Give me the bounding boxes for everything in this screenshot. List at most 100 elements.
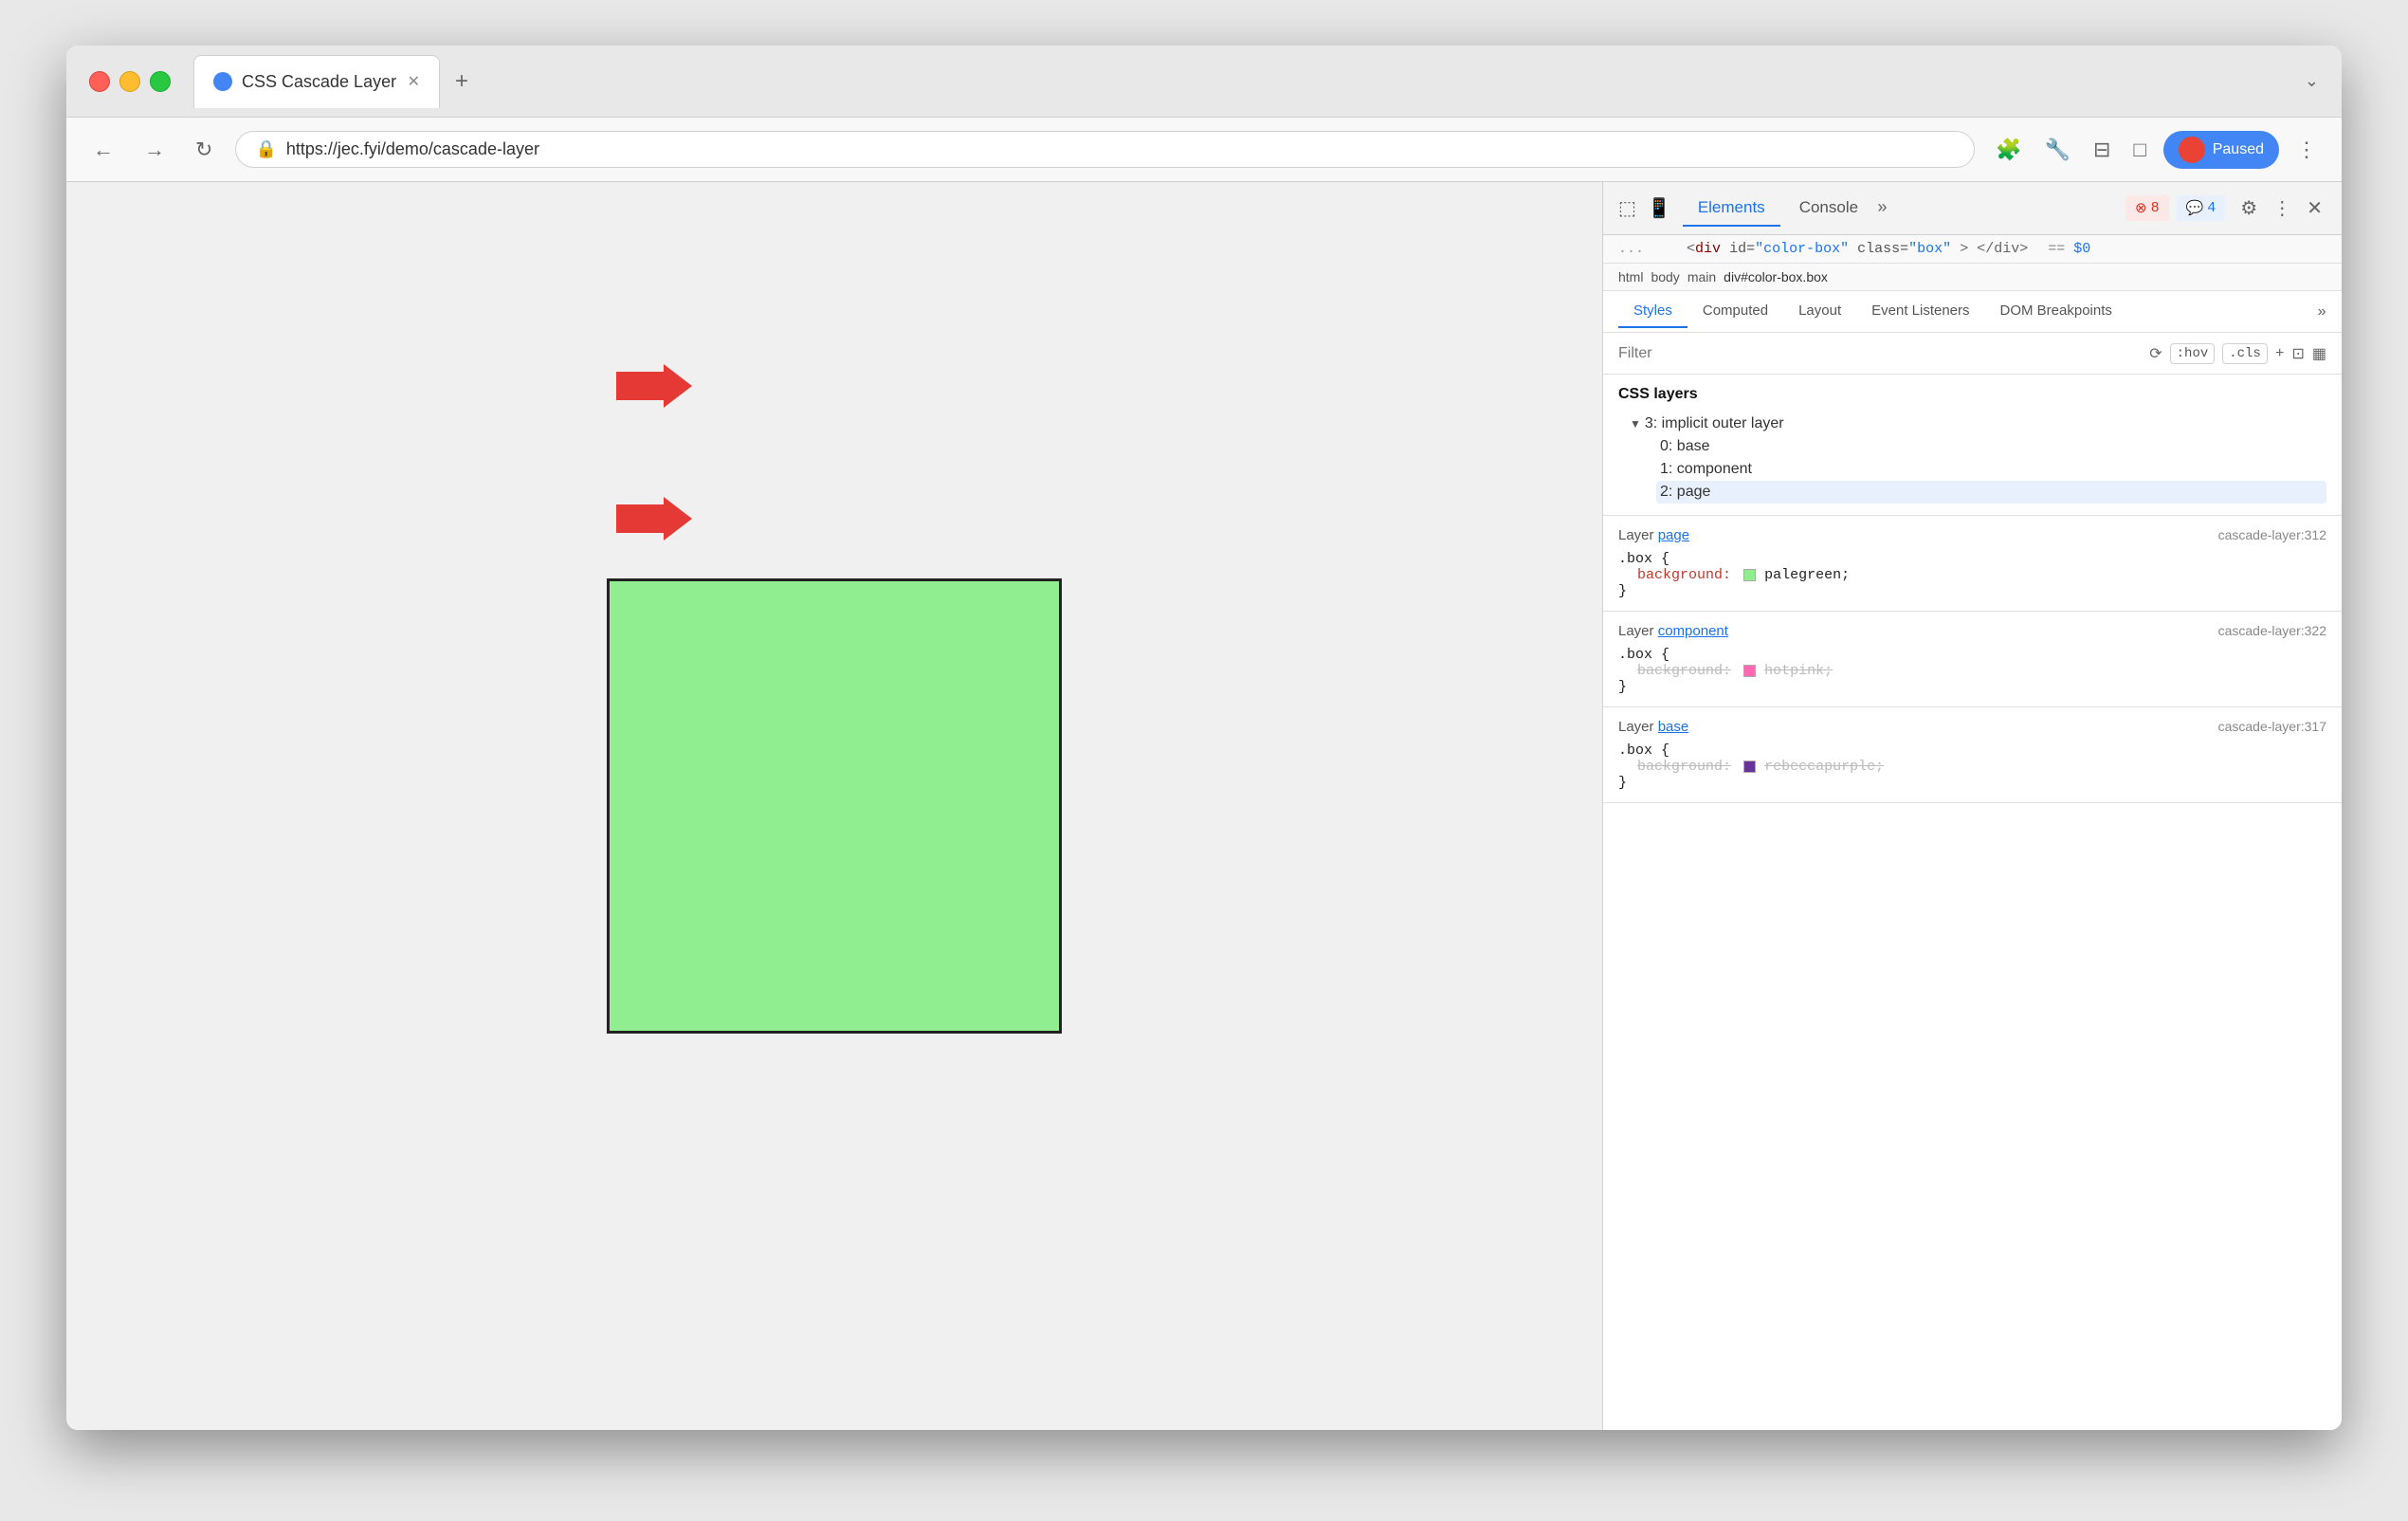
layer-base-section: Layer base cascade-layer:317 .box { back…	[1603, 707, 2342, 803]
triangle-icon: ▼	[1630, 417, 1641, 431]
layer-page-item[interactable]: 2: page	[1656, 481, 2326, 504]
breadcrumb-selector: html body main div#color-box.box	[1603, 264, 2342, 291]
active-tab[interactable]: CSS Cascade Layer ✕	[193, 55, 440, 108]
devtools-header: ⬚ 📱 Elements Console » ⊗ 8	[1603, 182, 2342, 235]
base-property-strikethrough: background:	[1637, 759, 1731, 775]
inspect-icon[interactable]: ⬚	[1618, 196, 1636, 221]
paused-badge[interactable]: Paused	[2163, 131, 2279, 169]
refresh-button[interactable]: ↻	[188, 130, 220, 170]
html-element-display: ... <div id="color-box" class="box" > </…	[1603, 235, 2342, 264]
settings-icon[interactable]: ⚙	[2236, 192, 2261, 225]
tab-overflow-button[interactable]: ⌄	[2305, 71, 2319, 91]
traffic-lights	[89, 71, 171, 92]
tab-favicon	[213, 72, 232, 91]
paused-label: Paused	[2213, 141, 2264, 158]
layer-base-link[interactable]: base	[1658, 719, 1689, 735]
warning-count: 4	[2207, 200, 2216, 216]
tab-event-listeners[interactable]: Event Listeners	[1856, 295, 1984, 328]
device-icon[interactable]: 📱	[1648, 196, 1671, 221]
devtools-actions: ⚙ ⋮ ✕	[2236, 192, 2326, 225]
layer-root[interactable]: ▼ 3: implicit outer layer	[1626, 412, 2326, 435]
layer-component-section: Layer component cascade-layer:322 .box {…	[1603, 612, 2342, 707]
breadcrumb-main[interactable]: main	[1687, 269, 1716, 284]
styles-content: CSS layers ▼ 3: implicit outer layer 0: …	[1603, 375, 2342, 1430]
color-swatch-green	[1743, 569, 1756, 581]
css-layers-title: CSS layers	[1618, 386, 2326, 403]
more-tabs-button[interactable]: »	[1877, 199, 1888, 218]
breadcrumb-html[interactable]: html	[1618, 269, 1643, 284]
profile-icon[interactable]: □	[2127, 132, 2151, 168]
hov-toggle[interactable]: :hov	[2170, 343, 2216, 364]
filter-icons: ⟳ :hov .cls + ⊡ ▦	[2149, 343, 2326, 364]
devtools-tabs: Elements Console »	[1683, 191, 2114, 227]
tab-dom-breakpoints[interactable]: DOM Breakpoints	[1985, 295, 2127, 328]
tab-elements[interactable]: Elements	[1683, 191, 1780, 227]
browser-window: CSS Cascade Layer ✕ + ⌄ ← → ↻ 🔒 https://…	[66, 46, 2342, 1430]
devtools-menu-icon[interactable]: ⋮	[2269, 192, 2295, 225]
layer-base-rule: .box { background: rebeccapurple; }	[1618, 742, 2326, 791]
new-tab-button[interactable]: +	[447, 61, 476, 102]
devtools-icon[interactable]: 🔧	[2039, 132, 2076, 168]
cls-toggle[interactable]: .cls	[2222, 343, 2268, 364]
tab-layout[interactable]: Layout	[1783, 295, 1856, 328]
property-strikethrough: background:	[1637, 663, 1731, 679]
error-count: 8	[2151, 200, 2160, 216]
layer-tree: ▼ 3: implicit outer layer 0: base 1: com…	[1618, 412, 2326, 504]
layer-base-header: Layer base cascade-layer:317	[1618, 719, 2326, 735]
refresh-styles-icon[interactable]: ⟳	[2149, 344, 2162, 363]
tab-bar: CSS Cascade Layer ✕ + ⌄	[193, 55, 2319, 108]
user-avatar	[2179, 137, 2205, 163]
more-styles-tabs[interactable]: »	[2317, 303, 2326, 321]
breadcrumb-body[interactable]: body	[1651, 269, 1679, 284]
layer-page-rule: .box { background: palegreen; }	[1618, 551, 2326, 599]
new-style-rule-icon[interactable]: ⊡	[2291, 344, 2304, 363]
filter-input[interactable]	[1618, 345, 2138, 362]
layer-root-label: 3: implicit outer layer	[1645, 415, 1784, 432]
styles-sub-tabs: Styles Computed Layout Event Listeners D…	[1603, 291, 2342, 333]
layer-component-item[interactable]: 1: component	[1656, 458, 2326, 481]
toggle-panel-icon[interactable]: ▦	[2312, 344, 2326, 363]
url-text: https://jec.fyi/demo/cascade-layer	[286, 139, 539, 159]
element-equals: == $0	[2048, 241, 2090, 257]
layer-page-link[interactable]: page	[1658, 527, 1689, 543]
tab-console[interactable]: Console	[1784, 191, 1873, 227]
minimize-button[interactable]	[119, 71, 140, 92]
css-layers-section: CSS layers ▼ 3: implicit outer layer 0: …	[1603, 375, 2342, 516]
toolbar-icons: 🧩 🔧 ⊟ □ Paused ⋮	[1990, 131, 2323, 169]
bookmarks-icon[interactable]: ⊟	[2088, 132, 2116, 168]
main-area: ⬚ 📱 Elements Console » ⊗ 8	[66, 182, 2342, 1430]
page-content	[66, 182, 1602, 1430]
back-button[interactable]: ←	[85, 130, 121, 170]
tab-close-button[interactable]: ✕	[408, 72, 420, 91]
ellipsis: ...	[1618, 241, 1644, 257]
title-bar: CSS Cascade Layer ✕ + ⌄	[66, 46, 2342, 118]
layer-page-source: cascade-layer:312	[2218, 527, 2326, 542]
layer-page-header: Layer page cascade-layer:312	[1618, 527, 2326, 543]
devtools-panel: ⬚ 📱 Elements Console » ⊗ 8	[1602, 182, 2342, 1430]
tab-computed[interactable]: Computed	[1687, 295, 1783, 328]
breadcrumb-div[interactable]: div#color-box.box	[1724, 269, 1828, 284]
arrow-css-layers	[616, 362, 692, 410]
maximize-button[interactable]	[150, 71, 171, 92]
warning-badge: 💬 4	[2177, 195, 2226, 221]
layer-component-link[interactable]: component	[1658, 623, 1728, 639]
menu-icon[interactable]: ⋮	[2290, 132, 2323, 168]
devtools-status: ⊗ 8 💬 4	[2125, 195, 2225, 221]
layer-page-section: Layer page cascade-layer:312 .box { back…	[1603, 516, 2342, 612]
color-swatch-pink	[1743, 665, 1756, 677]
forward-button[interactable]: →	[137, 130, 173, 170]
add-style-icon[interactable]: +	[2275, 345, 2285, 362]
extensions-icon[interactable]: 🧩	[1990, 132, 2027, 168]
address-bar: ← → ↻ 🔒 https://jec.fyi/demo/cascade-lay…	[66, 118, 2342, 182]
lock-icon: 🔒	[255, 139, 276, 159]
layer-base-item[interactable]: 0: base	[1656, 435, 2326, 458]
tab-styles[interactable]: Styles	[1618, 295, 1687, 328]
layer-component-source: cascade-layer:322	[2218, 623, 2326, 638]
error-icon: ⊗	[2135, 199, 2147, 217]
layer-component-header: Layer component cascade-layer:322	[1618, 623, 2326, 639]
address-input[interactable]: 🔒 https://jec.fyi/demo/cascade-layer	[235, 131, 1975, 168]
layer-base-source: cascade-layer:317	[2218, 719, 2326, 734]
close-button[interactable]	[89, 71, 110, 92]
error-badge: ⊗ 8	[2125, 195, 2169, 221]
close-devtools-icon[interactable]: ✕	[2303, 192, 2326, 225]
